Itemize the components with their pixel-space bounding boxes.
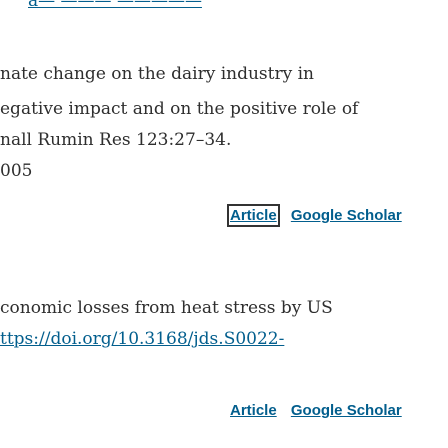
reference-text-line: conomic losses from heat stress by US bbox=[0, 298, 333, 318]
reference-text-line: nate change on the dairy industry in bbox=[0, 64, 314, 84]
reference-text-line: nall Rumin Res 123:27–34. bbox=[0, 130, 232, 150]
reference-links: Article Google Scholar bbox=[230, 402, 402, 419]
reference-links: Article Google Scholar bbox=[227, 204, 402, 227]
previous-reference-link-cutoff[interactable]: a— ——— ————— bbox=[28, 0, 202, 11]
reference-text-line: 005 bbox=[0, 161, 33, 181]
article-link[interactable]: Article bbox=[227, 204, 280, 227]
google-scholar-link[interactable]: Google Scholar bbox=[291, 402, 402, 419]
google-scholar-link[interactable]: Google Scholar bbox=[291, 207, 402, 224]
article-link[interactable]: Article bbox=[230, 402, 277, 419]
reference-text-line: egative impact and on the positive role … bbox=[0, 99, 359, 119]
doi-link[interactable]: ttps://doi.org/10.3168/jds.S0022- bbox=[0, 329, 284, 349]
